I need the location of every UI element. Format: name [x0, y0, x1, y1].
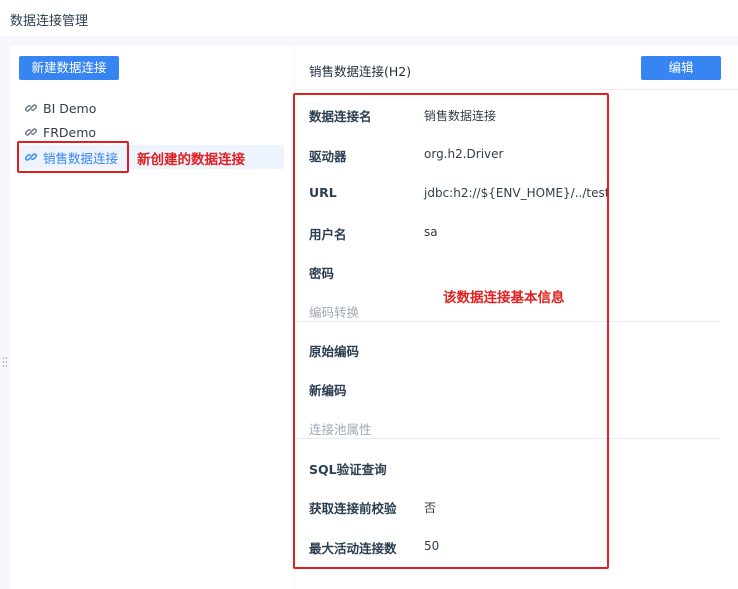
new-connection-button[interactable]: 新建数据连接: [19, 56, 119, 80]
annotation-basic-info: 该数据连接基本信息: [443, 290, 565, 306]
edit-button[interactable]: 编辑: [641, 56, 721, 80]
detail-title: 销售数据连接(H2): [309, 64, 412, 79]
panel-resize-handle[interactable]: [2, 356, 8, 368]
connection-item-label: FRDemo: [43, 124, 97, 140]
connection-item-bi-demo[interactable]: BI Demo: [18, 96, 284, 120]
link-icon: [25, 128, 37, 136]
page-header: 数据连接管理: [0, 0, 738, 36]
annotation-new-connection: 新创建的数据连接: [137, 152, 245, 168]
link-icon: [25, 104, 37, 112]
detail-header-divider: [295, 89, 738, 90]
annotation-box-basic-info: [293, 93, 609, 569]
annotation-box-new-connection: [17, 141, 129, 173]
connection-item-label: BI Demo: [43, 100, 97, 116]
page-title: 数据连接管理: [10, 14, 89, 29]
